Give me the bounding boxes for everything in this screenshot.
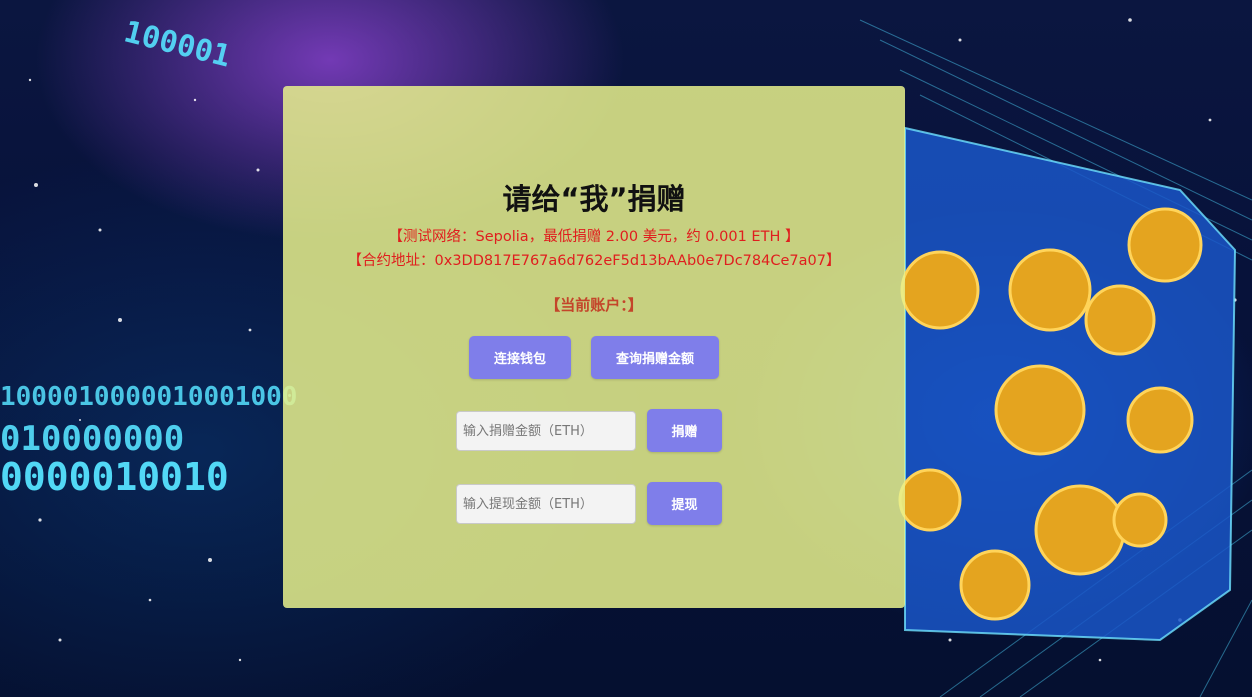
account-suffix: 】	[627, 296, 643, 314]
binary-digits: 100001 1000010000010001000 010000000 000…	[0, 14, 297, 499]
connect-wallet-button[interactable]: 连接钱包	[469, 336, 571, 379]
svg-text:100001: 100001	[120, 14, 234, 74]
withdraw-button[interactable]: 提现	[647, 482, 722, 525]
donation-panel: 请给“我”捐赠 【测试网络：Sepolia，最低捐赠 2.00 美元，约 0.0…	[283, 86, 905, 608]
donate-amount-input[interactable]	[456, 411, 636, 451]
network-info: 【测试网络：Sepolia，最低捐赠 2.00 美元，约 0.001 ETH 】	[388, 229, 800, 245]
contract-address: 【合约地址：0x3DD817E767a6d762eF5d13bAAb0e7Dc7…	[347, 253, 841, 269]
query-donation-button[interactable]: 查询捐赠金额	[591, 336, 719, 379]
svg-text:0000010010: 0000010010	[0, 455, 229, 499]
current-account: 【当前账户：】	[283, 294, 905, 315]
withdraw-amount-input[interactable]	[456, 484, 636, 524]
crypto-cube	[898, 126, 1237, 642]
account-label: 【当前账户：	[545, 296, 628, 314]
page-title: 请给“我”捐赠	[502, 182, 686, 216]
donate-button[interactable]: 捐赠	[647, 409, 722, 452]
svg-text:010000000: 010000000	[0, 419, 184, 459]
svg-text:1000010000010001000: 1000010000010001000	[0, 382, 297, 412]
